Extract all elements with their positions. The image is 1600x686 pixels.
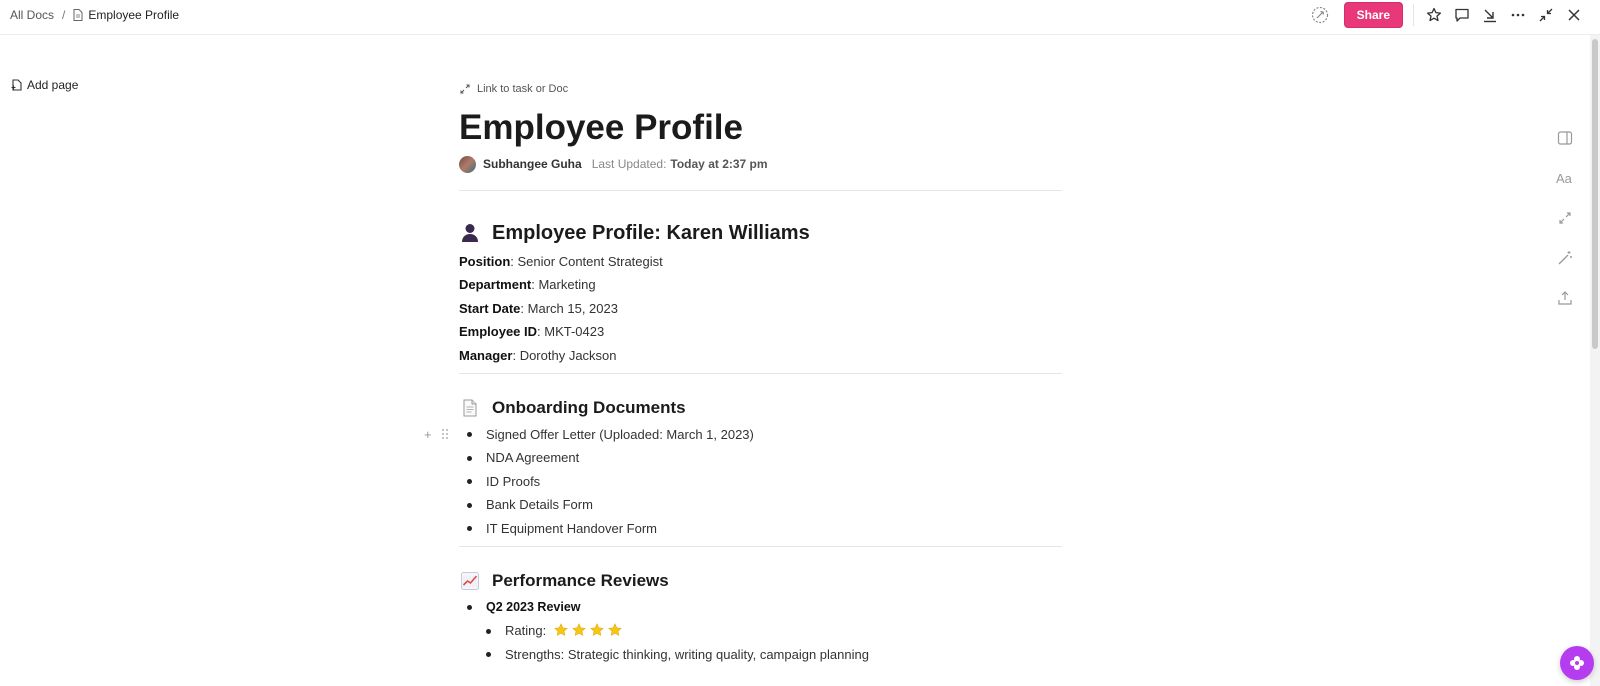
more-icon[interactable]: [1504, 1, 1532, 29]
list-item-text: Signed Offer Letter (Uploaded: March 1, …: [486, 426, 754, 442]
rating-stars: [554, 623, 626, 638]
field-value: : Marketing: [531, 277, 596, 293]
breadcrumb-current[interactable]: Employee Profile: [88, 8, 179, 22]
comment-icon[interactable]: [1448, 1, 1476, 29]
profile-fields: Position: Senior Content Strategist Depa…: [459, 250, 1062, 367]
add-page-icon: [11, 79, 22, 91]
scrollbar-thumb[interactable]: [1592, 39, 1598, 349]
breadcrumb-separator: /: [62, 7, 66, 22]
top-bar: All Docs / Employee Profile Share: [0, 0, 1600, 35]
section-divider: [459, 545, 1062, 547]
block-gutter: +: [424, 423, 448, 446]
list-item-review-title[interactable]: Q2 2023 Review: [459, 596, 1062, 619]
list-item-text: NDA Agreement: [486, 450, 580, 466]
collapse-icon[interactable]: [1532, 1, 1560, 29]
star-icon[interactable]: [1420, 1, 1448, 29]
scrollbar[interactable]: [1590, 35, 1600, 686]
strengths-text: Strengths: Strategic thinking, writing q…: [505, 646, 869, 662]
share-button[interactable]: Share: [1343, 1, 1403, 28]
doc-meta: Subhangee Guha Last Updated: Today at 2:…: [459, 152, 1062, 176]
star-icon: [608, 623, 622, 637]
star-icon: [554, 623, 568, 637]
right-rail: Aa: [1553, 118, 1577, 318]
profile-field-manager[interactable]: Manager: Dorothy Jackson: [459, 344, 1062, 367]
ai-circle-icon[interactable]: [1306, 1, 1334, 29]
page-icon: [459, 397, 481, 419]
add-block-icon[interactable]: +: [424, 423, 432, 446]
document-body: Link to task or Doc Employee Profile Sub…: [424, 78, 1062, 666]
download-icon[interactable]: [1476, 1, 1504, 29]
document-icon: [73, 8, 83, 21]
last-updated-value: Today at 2:37 pm: [670, 157, 768, 171]
profile-field-department[interactable]: Department: Marketing: [459, 273, 1062, 296]
field-value: : MKT-0423: [537, 324, 605, 340]
list-item[interactable]: + Signed Offer Letter (Uploaded: March 1…: [424, 423, 1062, 446]
list-item-text: IT Equipment Handover Form: [486, 520, 657, 536]
field-label: Position: [459, 254, 511, 269]
profile-field-position[interactable]: Position: Senior Content Strategist: [459, 250, 1062, 273]
add-page-label: Add page: [27, 78, 79, 92]
breadcrumb: All Docs / Employee Profile: [10, 0, 179, 29]
link-task-label: Link to task or Doc: [477, 83, 569, 95]
performance-heading[interactable]: Performance Reviews: [459, 568, 1062, 594]
relationships-icon[interactable]: [1557, 198, 1573, 238]
field-value: : Senior Content Strategist: [510, 254, 663, 269]
list-item-rating[interactable]: Rating:: [459, 619, 1062, 642]
sidebar-panel-icon[interactable]: [1557, 118, 1573, 158]
profile-field-employee-id[interactable]: Employee ID: MKT-0423: [459, 320, 1062, 343]
rating-label: Rating:: [505, 623, 547, 639]
page-title[interactable]: Employee Profile: [459, 108, 1062, 148]
link-icon: [460, 84, 470, 94]
author-name[interactable]: Subhangee Guha: [483, 157, 582, 171]
close-icon[interactable]: [1560, 1, 1588, 29]
drag-handle-icon[interactable]: [441, 423, 448, 446]
star-icon: [572, 623, 586, 637]
field-label: Employee ID: [459, 324, 538, 340]
field-label: Department: [459, 277, 532, 293]
export-icon[interactable]: [1557, 278, 1573, 318]
magic-wand-icon[interactable]: [1557, 238, 1573, 278]
section-divider: [459, 372, 1062, 374]
onboarding-heading[interactable]: Onboarding Documents: [459, 395, 1062, 421]
star-icon: [590, 623, 604, 637]
list-item[interactable]: IT Equipment Handover Form: [459, 517, 1062, 540]
list-item[interactable]: Bank Details Form: [459, 493, 1062, 516]
avatar[interactable]: [459, 155, 476, 173]
list-item[interactable]: NDA Agreement: [459, 446, 1062, 469]
performance-heading-text: Performance Reviews: [492, 570, 669, 590]
field-value: : March 15, 2023: [520, 300, 618, 316]
link-task-button[interactable]: Link to task or Doc: [459, 78, 1062, 100]
field-label: Manager: [459, 347, 513, 363]
onboarding-heading-text: Onboarding Documents: [492, 397, 686, 417]
add-page-button[interactable]: Add page: [11, 78, 78, 92]
section-divider: [459, 190, 1062, 191]
profile-field-start-date[interactable]: Start Date: March 15, 2023: [459, 297, 1062, 320]
toolbar-divider: [1413, 3, 1414, 26]
field-value: : Dorothy Jackson: [512, 347, 617, 363]
svg-text:Aa: Aa: [1556, 171, 1573, 185]
bust-silhouette-icon: [459, 222, 481, 244]
chart-increasing-icon: [459, 570, 481, 592]
list-item-text: Bank Details Form: [486, 497, 593, 513]
profile-heading[interactable]: Employee Profile: Karen Williams: [459, 218, 1062, 248]
assistant-fab-button[interactable]: [1560, 646, 1594, 680]
last-updated-label: Last Updated:: [591, 157, 667, 171]
profile-heading-text: Employee Profile: Karen Williams: [492, 221, 810, 244]
field-label: Start Date: [459, 300, 521, 316]
list-item-text: ID Proofs: [486, 473, 541, 489]
list-item-strengths[interactable]: Strengths: Strategic thinking, writing q…: [459, 643, 1062, 666]
flower-icon: [1570, 656, 1584, 670]
performance-list: Q2 2023 Review Rating: Strengths: Strate…: [459, 596, 1062, 666]
breadcrumb-all-docs[interactable]: All Docs: [10, 8, 54, 22]
text-style-icon[interactable]: Aa: [1556, 158, 1574, 198]
review-title-text: Q2 2023 Review: [486, 599, 581, 614]
list-item[interactable]: ID Proofs: [459, 470, 1062, 493]
toolbar-actions: Share: [1306, 0, 1588, 29]
onboarding-list: + Signed Offer Letter (Uploaded: March 1…: [424, 423, 1062, 540]
